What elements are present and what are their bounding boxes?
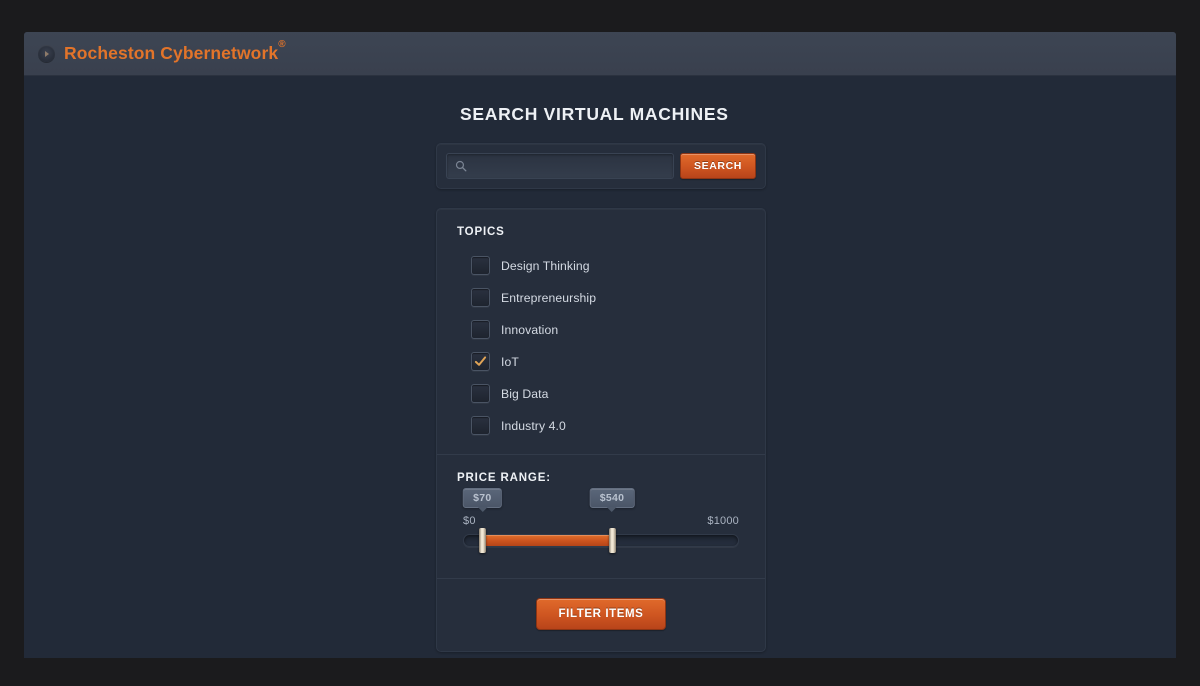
topic-row-big-data[interactable]: Big Data [457,380,745,407]
topic-row-iot[interactable]: IoT [457,348,745,375]
topic-label: Industry 4.0 [501,418,566,433]
topic-row-industry-40[interactable]: Industry 4.0 [457,412,745,439]
page-title: SEARCH VIRTUAL MACHINES [460,104,729,124]
filter-action-section: FILTER ITEMS [437,578,765,651]
topics-list: Design Thinking Entrepreneurship Innovat… [457,252,745,439]
filters-card: TOPICS Design Thinking Entrepreneurship … [436,208,766,652]
search-card: SEARCH [436,143,766,189]
play-circle-icon [38,45,55,62]
checkbox-industry-40[interactable] [471,416,490,435]
topic-label: Innovation [501,322,559,337]
slider-handle-min[interactable] [479,528,487,553]
top-header-bar: Rocheston Cybernetwork® [24,32,1176,76]
checkbox-iot[interactable] [471,352,490,371]
topic-label: Big Data [501,386,549,401]
price-max-bound-label: $1000 [707,515,739,527]
price-min-tooltip: $70 [463,488,502,508]
brand-name-text: Rocheston Cybernetwork [64,43,279,63]
price-range-title: PRICE RANGE: [457,472,551,484]
slider-track[interactable] [463,534,739,547]
search-input[interactable] [447,154,674,178]
search-field[interactable] [446,153,675,179]
slider-selected-range [483,535,612,546]
app-window: Rocheston Cybernetwork® SEARCH VIRTUAL M… [24,32,1176,658]
search-icon [455,160,467,172]
topics-section: TOPICS Design Thinking Entrepreneurship … [437,209,765,454]
checkbox-innovation[interactable] [471,320,490,339]
checkbox-big-data[interactable] [471,384,490,403]
search-button[interactable]: SEARCH [680,153,756,179]
search-filter-panel: SEARCH VIRTUAL MACHINES SEARCH TOPICS De… [436,104,766,652]
brand-logo[interactable]: Rocheston Cybernetwork® [38,39,286,64]
price-min-bound-label: $0 [463,515,476,527]
filter-items-button[interactable]: FILTER ITEMS [535,598,667,630]
price-range-slider[interactable]: $0 $1000 $70 $540 [463,488,739,558]
checkbox-design-thinking[interactable] [471,256,490,275]
content-area: SEARCH VIRTUAL MACHINES SEARCH TOPICS De… [24,76,1176,658]
topic-row-innovation[interactable]: Innovation [457,316,745,343]
price-range-section: PRICE RANGE: $0 $1000 $70 $540 [437,454,765,578]
checkbox-entrepreneurship[interactable] [471,288,490,307]
brand-name: Rocheston Cybernetwork® [64,39,286,64]
topic-label: Entrepreneurship [501,290,597,305]
topic-label: Design Thinking [501,258,590,273]
price-max-tooltip: $540 [589,488,635,508]
topic-row-design-thinking[interactable]: Design Thinking [457,252,745,279]
topic-row-entrepreneurship[interactable]: Entrepreneurship [457,284,745,311]
topic-label: IoT [501,354,519,369]
brand-registered-mark: ® [278,38,286,50]
slider-handle-max[interactable] [609,528,617,553]
topics-title: TOPICS [457,226,505,238]
